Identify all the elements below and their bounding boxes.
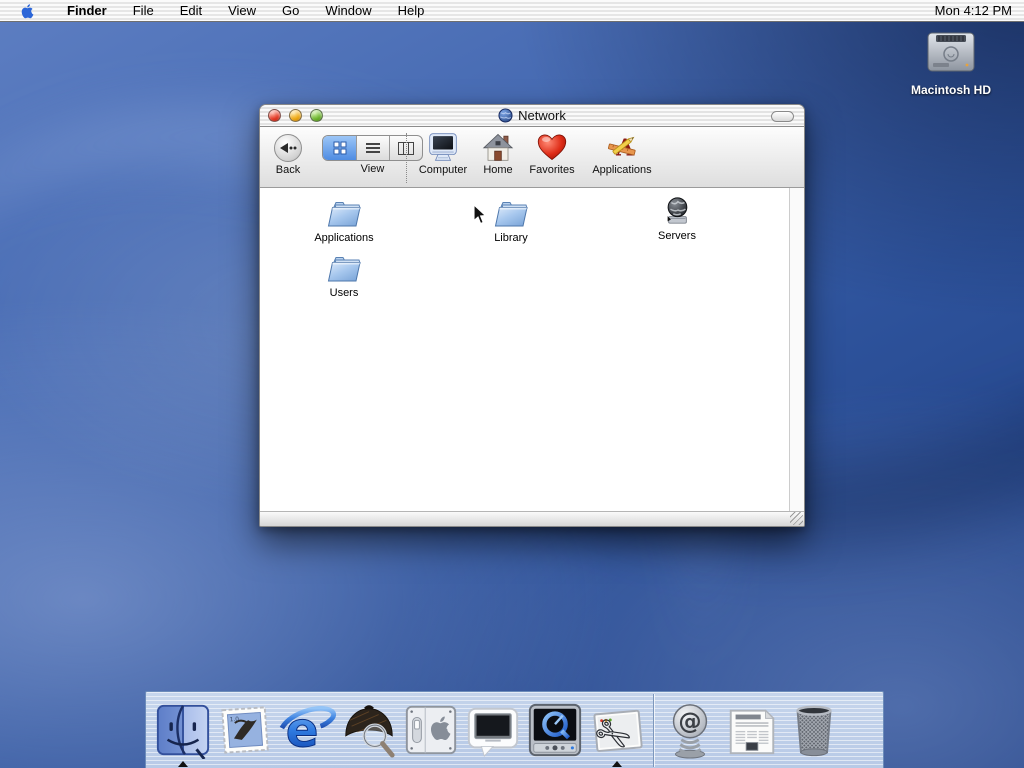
mail-stamp-text: 1.0 (230, 717, 240, 724)
desktop-icon-macintosh-hd[interactable]: Macintosh HD (905, 30, 997, 97)
finder-icon (154, 701, 212, 759)
shortcut-label: Applications (592, 164, 651, 176)
view-control: View (322, 135, 423, 175)
menu-edit[interactable]: Edit (167, 0, 215, 22)
toolbar-shortcut-computer[interactable]: Computer (412, 132, 474, 176)
globe-server-icon (659, 196, 695, 226)
app-menu-finder[interactable]: Finder (54, 0, 120, 22)
dock-item-grab[interactable]: ✄ (586, 697, 648, 763)
menu-view[interactable]: View (215, 0, 269, 22)
zoom-button[interactable] (310, 109, 323, 122)
applications-a-icon: A (605, 132, 639, 162)
dock-item-sherlock[interactable] (338, 697, 400, 763)
menu-bar: Finder File Edit View Go Window Help Mon… (0, 0, 1024, 22)
folder-library[interactable]: Library (463, 198, 559, 244)
globe-icon (498, 108, 513, 123)
toolbar-toggle-pill[interactable] (771, 111, 794, 122)
back-button[interactable]: Back (274, 134, 302, 176)
item-label: Users (296, 287, 392, 299)
item-label: Applications (296, 232, 392, 244)
dock-item-mac-com-link[interactable]: @ (659, 697, 721, 763)
menu-bar-clock[interactable]: Mon 4:12 PM (935, 3, 1024, 18)
folder-icon (493, 198, 529, 228)
finder-window-network: Network Back (259, 104, 805, 527)
running-indicator (178, 761, 188, 767)
heart-icon (535, 132, 569, 162)
window-title: Network (498, 108, 566, 123)
newspaper-icon (723, 701, 781, 759)
resize-handle[interactable] (790, 512, 803, 525)
quicktime-icon (526, 701, 584, 759)
window-content-area[interactable]: Applications Library (260, 188, 789, 511)
view-label: View (361, 163, 385, 175)
shortcut-label: Favorites (529, 164, 574, 176)
folder-icon (326, 198, 362, 228)
close-button[interactable] (268, 109, 281, 122)
window-toolbar: Back (260, 127, 804, 188)
dock: 1.0 e (145, 691, 884, 768)
window-title-text: Network (518, 108, 566, 123)
shortcut-label: Computer (419, 164, 467, 176)
back-arrow-icon (274, 134, 302, 162)
dock-separator (653, 694, 654, 767)
dock-item-display-app[interactable] (462, 697, 524, 763)
dock-item-mail[interactable]: 1.0 (214, 697, 276, 763)
folder-users[interactable]: Users (296, 253, 392, 299)
toolbar-shortcut-favorites[interactable]: Favorites (523, 132, 581, 176)
horizontal-scrollbar[interactable] (260, 511, 804, 526)
hard-drive-icon (923, 30, 979, 76)
toolbar-shortcut-home[interactable]: Home (475, 132, 521, 176)
dock-item-system-preferences[interactable] (400, 697, 462, 763)
dock-item-quicktime-player[interactable] (524, 697, 586, 763)
folder-icon (326, 253, 362, 283)
toolbar-separator (406, 133, 407, 183)
internet-explorer-icon: e (278, 701, 336, 759)
minimize-button[interactable] (289, 109, 302, 122)
grab-scissors-icon: ✄ (588, 701, 646, 759)
dock-item-trash[interactable] (783, 697, 845, 763)
folder-applications[interactable]: Applications (296, 198, 392, 244)
at-spring-icon: @ (661, 701, 719, 759)
shortcut-label: Home (483, 164, 512, 176)
vertical-scrollbar[interactable] (789, 188, 804, 511)
window-titlebar[interactable]: Network (260, 105, 804, 127)
back-label: Back (276, 164, 300, 176)
icon-view-button[interactable] (323, 136, 356, 160)
sherlock-icon (340, 701, 398, 759)
computer-icon (426, 132, 460, 162)
dock-item-finder[interactable] (152, 697, 214, 763)
svg-text:@: @ (678, 708, 701, 735)
mail-stamp-icon: 1.0 (216, 701, 274, 759)
item-label: Servers (629, 230, 725, 242)
toolbar-shortcut-applications[interactable]: A Applications (585, 132, 659, 176)
list-view-button[interactable] (356, 136, 389, 160)
traffic-lights (268, 109, 323, 122)
home-icon (481, 132, 515, 162)
menu-help[interactable]: Help (385, 0, 438, 22)
monitor-bubble-icon (464, 701, 522, 759)
menu-go[interactable]: Go (269, 0, 312, 22)
menu-file[interactable]: File (120, 0, 167, 22)
apple-menu-icon[interactable] (20, 3, 36, 19)
system-preferences-icon (402, 701, 460, 759)
menu-window[interactable]: Window (312, 0, 384, 22)
item-label: Library (463, 232, 559, 244)
item-servers[interactable]: Servers (629, 196, 725, 242)
desktop-icon-label: Macintosh HD (905, 83, 997, 97)
dock-item-news-document[interactable] (721, 697, 783, 763)
running-indicator (612, 761, 622, 767)
dock-item-internet-explorer[interactable]: e (276, 697, 338, 763)
trash-icon (785, 701, 843, 759)
